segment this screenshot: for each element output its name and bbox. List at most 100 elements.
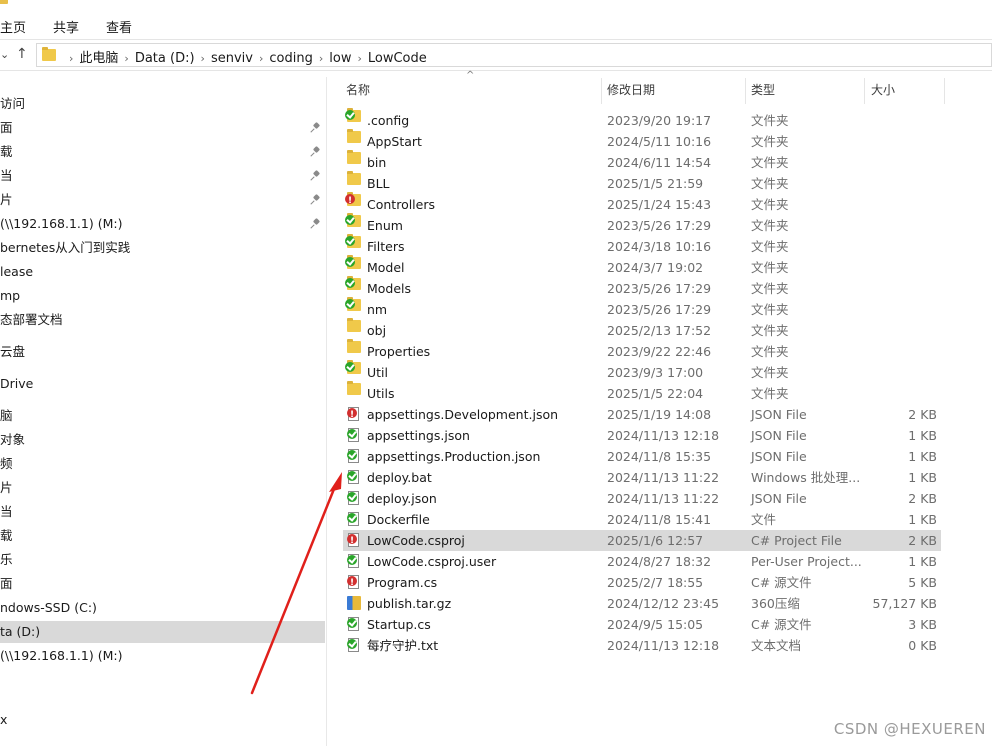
file-type: JSON File [751,428,807,443]
file-row[interactable]: appsettings.json 2024/11/13 12:18 JSON Fil… [343,425,941,446]
address-bar[interactable]: › 此电脑 › Data (D:) › senviv › coding › low › LowCode [36,43,992,67]
file-row[interactable]: Filters 2024/3/18 10:16 文件夹 [343,234,941,257]
file-row[interactable]: Utils 2025/1/5 22:04 文件夹 [343,381,941,404]
sidebar-item-label: 当 [0,504,13,519]
file-row[interactable]: Properties 2023/9/22 22:46 文件夹 [343,339,941,362]
file-icon [347,573,359,594]
column-separator[interactable] [601,78,602,104]
file-name: Startup.cs [367,617,431,632]
file-type: C# 源文件 [751,617,812,632]
folder-icon [347,171,361,185]
sidebar-item[interactable]: 云盘 [0,341,325,363]
file-row[interactable]: bin 2024/6/11 14:54 文件夹 [343,150,941,173]
file-row[interactable]: 每疗守护.txt 2024/11/13 12:18 文本文档 0 KB [343,635,941,656]
chevron-right-icon[interactable]: › [357,52,361,65]
sidebar-item[interactable]: lease [0,261,325,283]
file-row[interactable]: LowCode.csproj 2025/1/6 12:57 C# Project F… [343,530,941,552]
file-row[interactable]: AppStart 2024/5/11 10:16 文件夹 [343,129,941,152]
file-row[interactable]: publish.tar.gz 2024/12/12 23:45 360压缩 57,12… [343,593,941,614]
file-type: 文件夹 [751,197,789,212]
sidebar-item[interactable]: 面 [0,117,325,139]
file-row[interactable]: Enum 2023/5/26 17:29 文件夹 [343,213,941,236]
chevron-right-icon[interactable]: › [69,52,73,65]
file-row[interactable]: deploy.json 2024/11/13 11:22 JSON File 2 KB [343,488,941,509]
sidebar-item[interactable]: 片 [0,477,325,499]
file-row[interactable]: obj 2025/2/13 17:52 文件夹 [343,318,941,341]
file-type: 文件夹 [751,134,789,149]
file-name: Filters [367,239,405,254]
sidebar-item-label: 乐 [0,552,13,567]
file-row[interactable]: .config 2023/9/20 19:17 文件夹 [343,108,941,131]
breadcrumb-item[interactable]: senviv [211,51,253,66]
file-row[interactable]: deploy.bat 2024/11/13 11:22 Windows 批处理...… [343,467,941,488]
file-type: JSON File [751,407,807,422]
column-separator[interactable] [864,78,865,104]
file-type: C# 源文件 [751,575,812,590]
file-row[interactable]: appsettings.Production.json 2024/11/8 15:… [343,446,941,467]
file-row[interactable]: Startup.cs 2024/9/5 15:05 C# 源文件 3 KB [343,614,941,635]
sync-ok-icon [347,555,357,565]
sidebar-item[interactable]: ta (D:) [0,621,325,643]
breadcrumb-item[interactable]: Data (D:) [135,51,195,66]
chevron-down-icon[interactable]: ⌄ [0,48,9,61]
sidebar-item[interactable]: 面 [0,573,325,595]
sidebar-item[interactable]: 载 [0,141,325,163]
file-row[interactable]: Program.cs 2025/2/7 18:55 C# 源文件 5 KB [343,572,941,594]
column-separator[interactable] [745,78,746,104]
file-row[interactable]: Dockerfile 2024/11/8 15:41 文件 1 KB [343,509,941,530]
sidebar-item[interactable]: mp [0,285,325,307]
sidebar-item[interactable]: 态部署文档 [0,309,325,331]
sidebar-item[interactable]: (\\192.168.1.1) (M:) [0,645,325,667]
breadcrumb-item[interactable]: coding [269,51,312,66]
sidebar-item-label: 对象 [0,432,26,447]
file-row[interactable]: nm 2023/5/26 17:29 文件夹 [343,297,941,320]
file-row[interactable]: LowCode.csproj.user 2024/8/27 18:32 Per-Us… [343,551,941,572]
up-arrow-icon[interactable]: ↑ [16,46,28,62]
tab-view[interactable]: 查看 [106,17,132,36]
sidebar-item[interactable]: 脑 [0,405,325,427]
chevron-right-icon[interactable]: › [124,52,128,65]
file-date: 2023/9/3 17:00 [607,365,704,380]
file-date: 2023/9/20 19:17 [607,113,712,128]
pane-splitter[interactable] [326,77,327,746]
sidebar-item[interactable]: 载 [0,525,325,547]
sidebar-item[interactable]: 频 [0,453,325,475]
sidebar-item[interactable]: 乐 [0,549,325,571]
file-row[interactable]: BLL 2025/1/5 21:59 文件夹 [343,171,941,194]
sidebar-item[interactable]: 当 [0,501,325,523]
breadcrumb-item[interactable]: 此电脑 [79,51,118,66]
sidebar-item-label: 片 [0,192,13,207]
column-header-date[interactable]: 修改日期 [607,79,655,103]
chevron-right-icon[interactable]: › [259,52,263,65]
file-row[interactable]: Controllers 2025/1/24 15:43 文件夹 [343,191,941,215]
sidebar-item[interactable]: (\\192.168.1.1) (M:) [0,213,325,235]
chevron-right-icon[interactable]: › [319,52,323,65]
sidebar-item[interactable]: x [0,709,325,731]
tab-share[interactable]: 共享 [53,17,79,36]
file-name: obj [367,323,387,338]
sync-ok-icon [345,110,355,120]
nav-divider [0,70,992,71]
sidebar-item[interactable]: 当 [0,165,325,187]
file-row[interactable]: Util 2023/9/3 17:00 文件夹 [343,360,941,383]
column-header-type[interactable]: 类型 [751,79,775,103]
file-row[interactable]: Models 2023/5/26 17:29 文件夹 [343,276,941,299]
column-header-size[interactable]: 大小 [871,79,895,103]
breadcrumb-item[interactable]: LowCode [368,51,427,66]
sidebar-item[interactable]: ndows-SSD (C:) [0,597,325,619]
folder-icon [347,150,361,164]
chevron-right-icon[interactable]: › [201,52,205,65]
column-separator[interactable] [944,78,945,104]
breadcrumb-item[interactable]: low [329,51,351,66]
sync-ok-icon [345,236,355,246]
sidebar-item[interactable]: 访问 [0,93,325,115]
column-header-name[interactable]: 名称 [346,79,370,103]
file-row[interactable]: Model 2024/3/7 19:02 文件夹 [343,255,941,278]
sidebar-item[interactable]: bernetes从入门到实践 [0,237,325,259]
tab-home[interactable]: 主页 [0,17,26,36]
sidebar-item[interactable]: 对象 [0,429,325,451]
sidebar-item[interactable]: 片 [0,189,325,211]
file-name: nm [367,302,388,317]
file-row[interactable]: appsettings.Development.json 2025/1/19 14… [343,404,941,426]
sidebar-item[interactable]: Drive [0,373,325,395]
